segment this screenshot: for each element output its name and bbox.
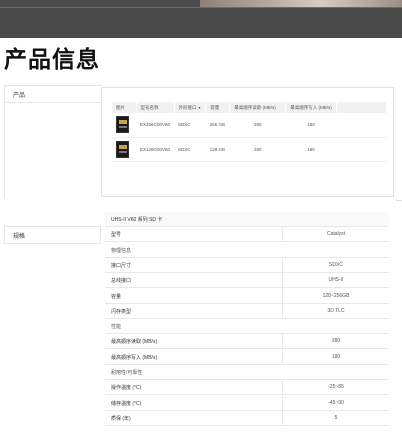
col-header-write[interactable]: 最高顺序写入 (MB/s) — [285, 102, 337, 113]
spec-label: 最高顺序读取 (MB/s) — [111, 339, 158, 346]
col-header-interface-label: 外形接口 — [178, 104, 197, 110]
spec-label: 型号 — [111, 232, 122, 239]
spec-value: 5 — [282, 410, 389, 426]
col-header-image: 图片 — [112, 102, 137, 113]
spec-value: 280 — [282, 334, 389, 350]
spec-value: SDXC — [282, 257, 389, 273]
table-row[interactable]: EX256G00V60 SDXC 256 GB 280 180 — [112, 113, 387, 138]
banner-divider — [0, 7, 402, 8]
specs-label: 规格 — [13, 234, 26, 240]
specs-header-row: UHS-II V60 系列 SD 卡 — [105, 212, 389, 227]
page-title: 产品信息 — [4, 47, 100, 73]
products-panel: 图片 型号名称 外形接口 ▼ 容量 最高顺序读取 (MB/s) 最高顺序写入 (… — [101, 87, 394, 197]
sd-card-image[interactable] — [116, 116, 129, 134]
spec-group-row: 性能 — [105, 319, 389, 335]
spec-value: 180 — [282, 349, 389, 365]
spec-value: 128~256GB — [282, 288, 389, 304]
spec-row: 储存温度 (°C) -45~90 — [105, 395, 389, 411]
spec-group-row: 物理信息 — [105, 242, 389, 258]
col-header-model[interactable]: 型号名称 — [136, 102, 175, 113]
spec-label: 储存温度 (°C) — [111, 400, 142, 407]
spec-value: UHS-II — [282, 273, 389, 289]
sd-card-image[interactable] — [116, 140, 129, 158]
spec-row: 型号 Catalyst — [105, 227, 389, 243]
write-cell: 180 — [285, 113, 337, 138]
spec-row: 接口尺寸 SDXC — [105, 257, 389, 273]
spec-label: 容量 — [111, 293, 122, 300]
specs-panel: UHS-II V60 系列 SD 卡 型号 Catalyst 物理信息接口尺寸 SDX… — [105, 212, 389, 437]
products-section-label: 产品 — [4, 85, 102, 103]
spec-group-label: 物理信息 — [111, 247, 132, 254]
spec-value: -25~85 — [282, 380, 389, 396]
table-row[interactable]: EX128G00V60 SDXC 128 GB 280 180 — [112, 137, 387, 162]
model-cell[interactable]: EX256G00V60 — [136, 113, 175, 138]
spec-label: 总线接口 — [111, 278, 132, 285]
read-cell: 280 — [229, 137, 286, 162]
spec-value: -45~90 — [282, 395, 389, 411]
products-table-header: 图片 型号名称 外形接口 ▼ 容量 最高顺序读取 (MB/s) 最高顺序写入 (… — [112, 102, 388, 113]
interface-cell: SDXC — [174, 113, 206, 138]
col-header-spacer — [336, 102, 388, 113]
spec-row: 总线接口 UHS-II — [105, 273, 389, 289]
spec-label: 质保 (年) — [111, 415, 131, 422]
specs-section-label: 规格 — [4, 226, 101, 244]
banner-photo — [200, 0, 402, 7]
spec-row: 最高顺序读取 (MB/s) 280 — [105, 334, 389, 350]
read-cell: 280 — [229, 113, 286, 138]
product-image-cell — [112, 113, 136, 138]
spec-group-row: 耐用性/可靠性 — [105, 365, 389, 380]
products-label: 产品 — [13, 93, 26, 99]
products-table: 图片 型号名称 外形接口 ▼ 容量 最高顺序读取 (MB/s) 最高顺序写入 (… — [112, 102, 388, 162]
interface-cell: SDXC — [174, 137, 206, 162]
capacity-cell: 256 GB — [205, 113, 230, 138]
divider — [396, 200, 402, 201]
spec-group-label: 性能 — [111, 324, 122, 331]
spec-label: 操作温度 (°C) — [111, 385, 142, 392]
sort-down-icon: ▼ — [197, 105, 202, 110]
spec-row: 操作温度 (°C) -25~85 — [105, 380, 389, 396]
top-banner — [0, 0, 402, 38]
spec-group-label: 耐用性/可靠性 — [111, 370, 143, 376]
spec-row: 闪存类型 3D TLC — [105, 303, 389, 319]
spec-value: Catalyst — [282, 227, 389, 243]
spec-row: 最高顺序写入 (MB/s) 180 — [105, 349, 389, 365]
capacity-cell: 128 GB — [205, 137, 230, 162]
spec-label: 最高顺序写入 (MB/s) — [111, 354, 158, 361]
product-image-cell — [112, 137, 136, 162]
spec-row: 质保 (年) 5 — [105, 410, 389, 426]
model-cell[interactable]: EX128G00V60 — [136, 137, 175, 162]
spec-value: 3D TLC — [282, 303, 389, 319]
write-cell: 180 — [285, 137, 337, 162]
col-header-interface[interactable]: 外形接口 ▼ — [174, 102, 207, 113]
col-header-capacity[interactable]: 容量 — [205, 102, 231, 113]
specs-header: UHS-II V60 系列 SD 卡 — [111, 217, 163, 223]
spec-label: 闪存类型 — [111, 308, 132, 315]
spec-row: 容量 128~256GB — [105, 288, 389, 304]
spec-label: 接口尺寸 — [111, 262, 132, 269]
col-header-read[interactable]: 最高顺序读取 (MB/s) — [229, 102, 287, 113]
products-left-spacer — [4, 103, 102, 198]
